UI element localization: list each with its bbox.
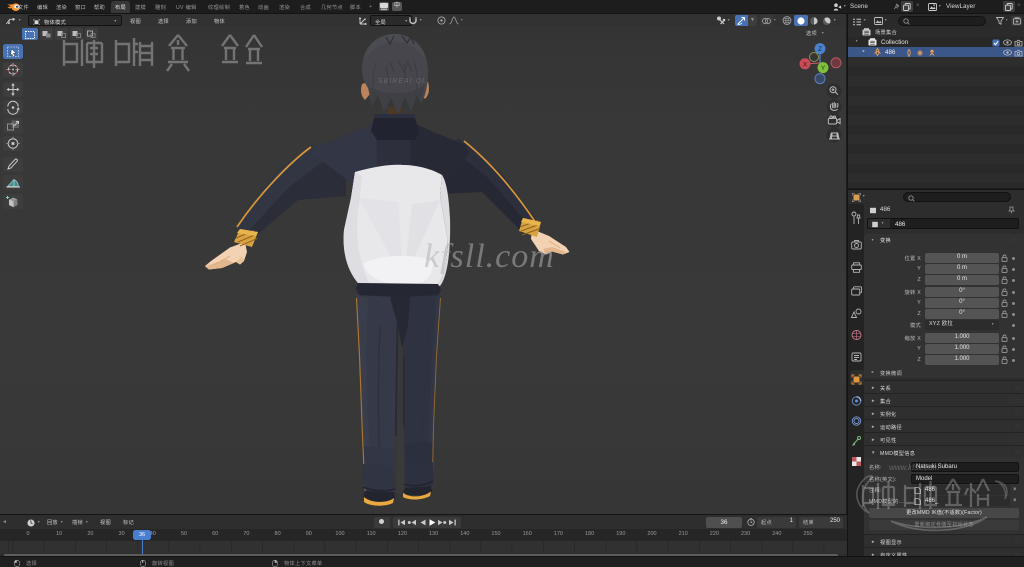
svg-text:www.kfsll.com: www.kfsll.com [889,463,940,472]
